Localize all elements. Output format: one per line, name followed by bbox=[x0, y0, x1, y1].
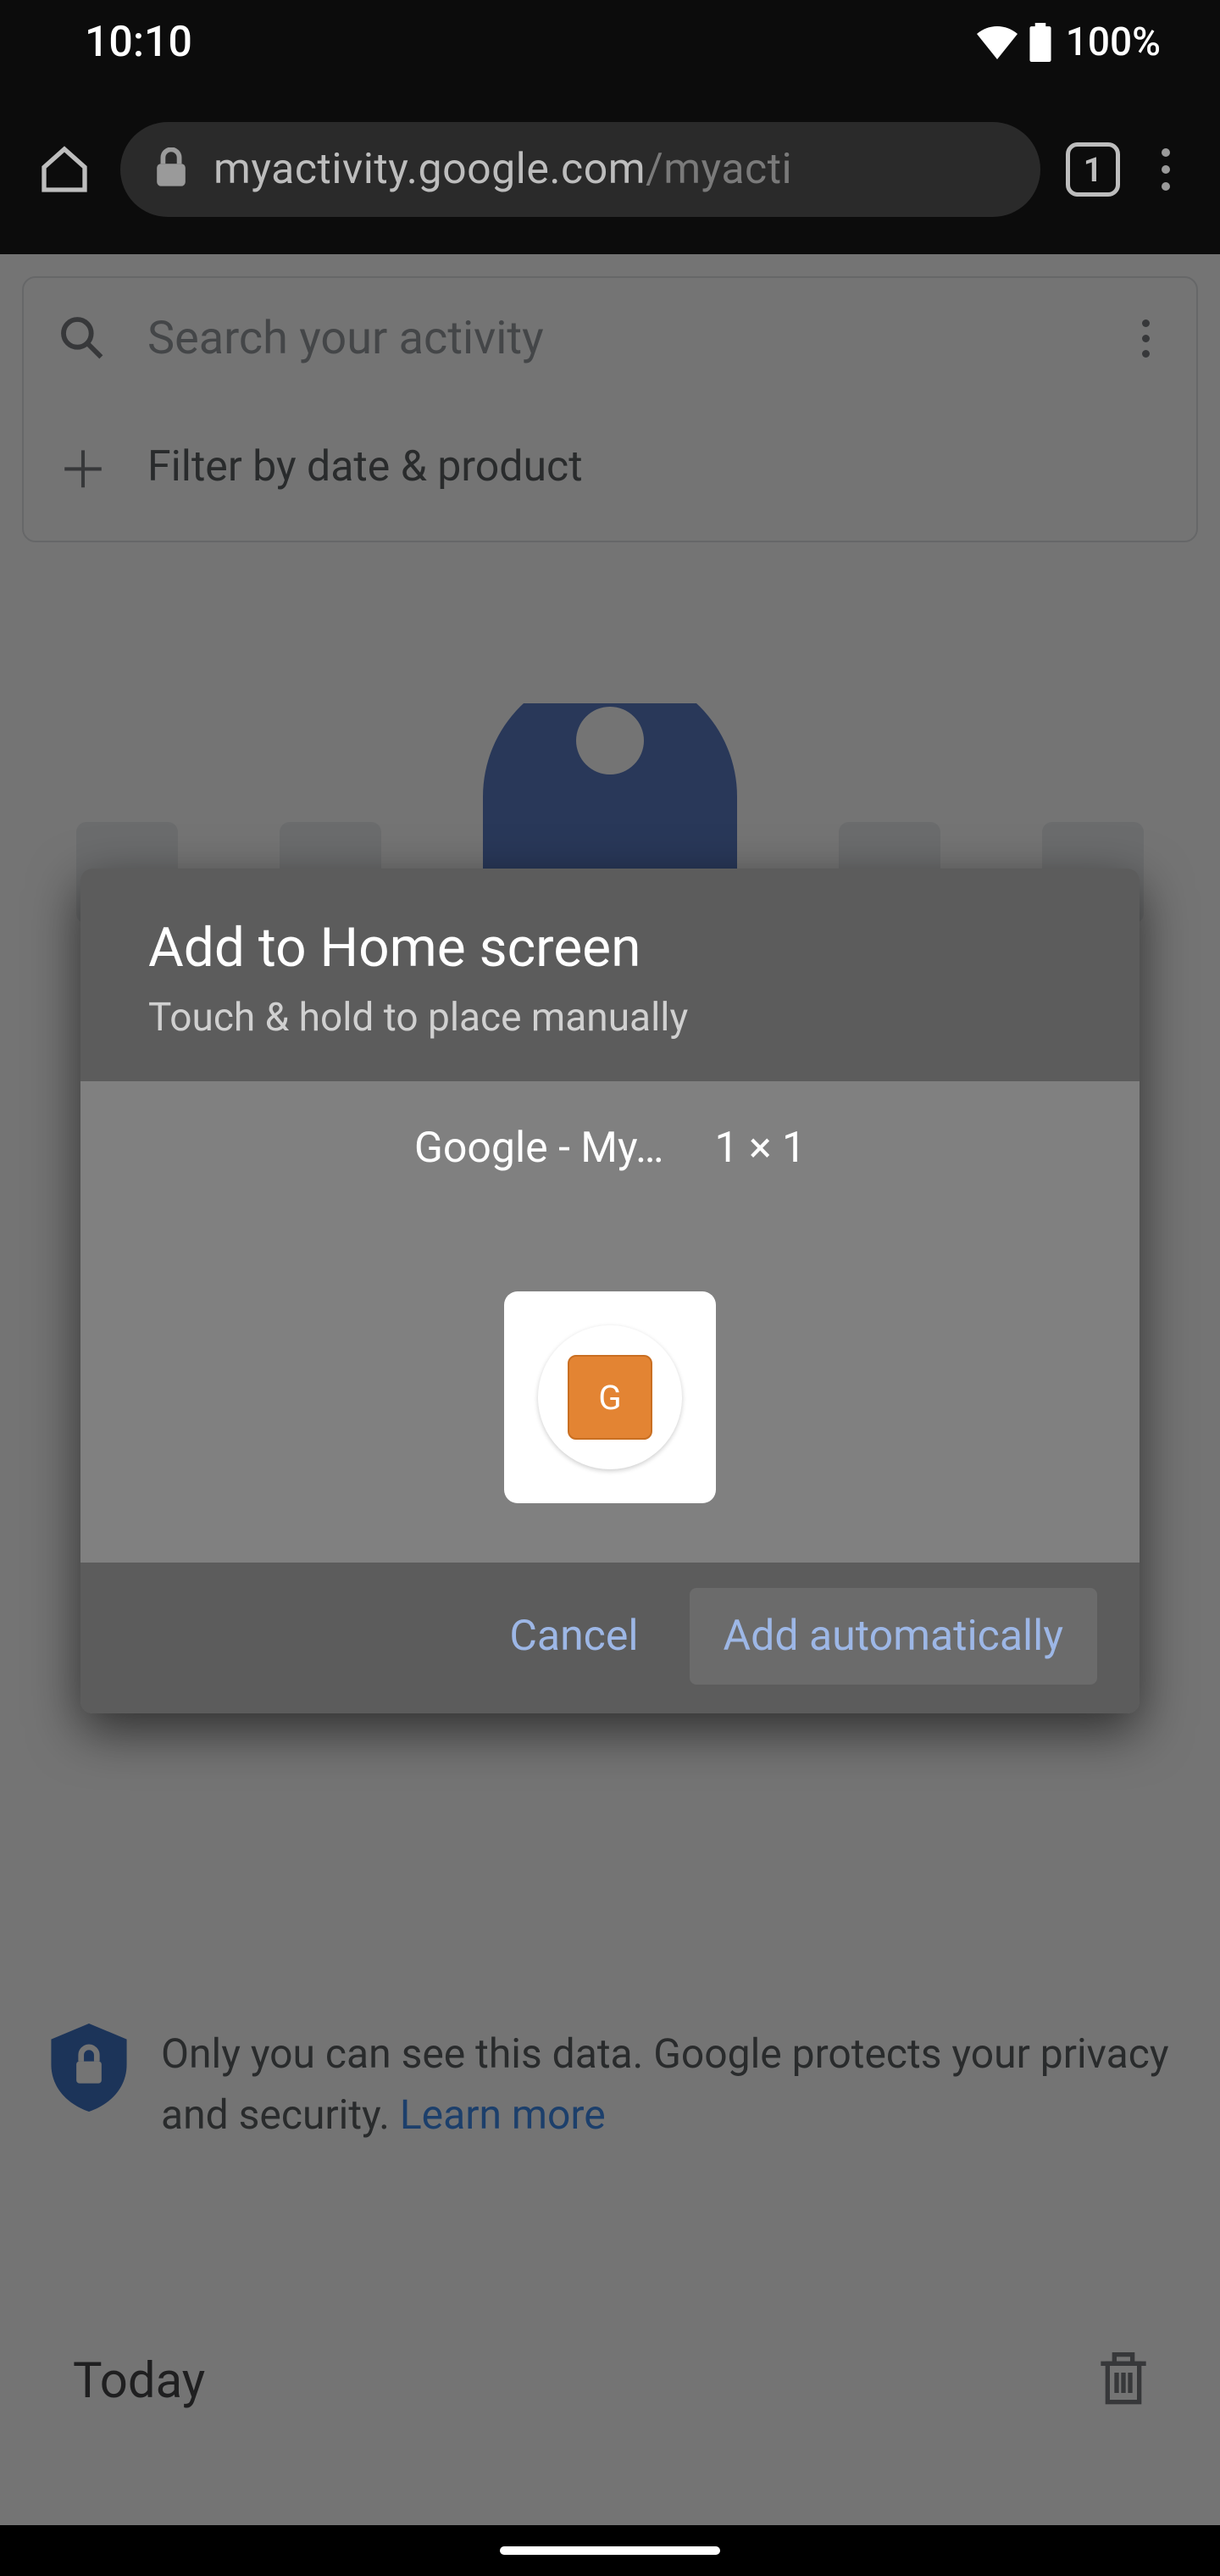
add-to-home-dialog: Add to Home screen Touch & hold to place… bbox=[80, 869, 1140, 1713]
home-button[interactable] bbox=[34, 139, 95, 200]
status-bar: 10:10 100% bbox=[0, 0, 1220, 85]
shortcut-size: 1 × 1 bbox=[714, 1124, 806, 1173]
dialog-subtitle: Touch & hold to place manually bbox=[148, 995, 1072, 1041]
browser-toolbar: myactivity.google.com/myacti 1 bbox=[0, 85, 1220, 254]
shortcut-info-row: Google - My… 1 × 1 bbox=[114, 1124, 1106, 1173]
clock-time: 10:10 bbox=[85, 18, 192, 67]
browser-menu-button[interactable] bbox=[1145, 148, 1186, 191]
tab-switcher[interactable]: 1 bbox=[1066, 142, 1120, 197]
shortcut-preview[interactable]: G bbox=[504, 1291, 716, 1503]
dialog-header: Add to Home screen Touch & hold to place… bbox=[80, 869, 1140, 1081]
dialog-title: Add to Home screen bbox=[148, 916, 1072, 980]
dialog-body: Google - My… 1 × 1 G bbox=[80, 1081, 1140, 1563]
address-bar[interactable]: myactivity.google.com/myacti bbox=[120, 122, 1040, 217]
wifi-icon bbox=[976, 25, 1018, 59]
battery-percent: 100% bbox=[1066, 19, 1161, 65]
lock-icon bbox=[154, 147, 188, 192]
cancel-button[interactable]: Cancel bbox=[501, 1588, 646, 1685]
url-text: myactivity.google.com/myacti bbox=[214, 145, 792, 194]
shortcut-name: Google - My… bbox=[414, 1124, 664, 1173]
status-icons: 100% bbox=[976, 19, 1161, 65]
system-nav-bar bbox=[0, 2525, 1220, 2576]
dialog-actions: Cancel Add automatically bbox=[80, 1563, 1140, 1713]
shortcut-icon: G bbox=[568, 1355, 652, 1440]
gesture-pill[interactable] bbox=[500, 2546, 720, 2555]
battery-icon bbox=[1029, 23, 1052, 62]
add-automatically-button[interactable]: Add automatically bbox=[690, 1588, 1097, 1685]
